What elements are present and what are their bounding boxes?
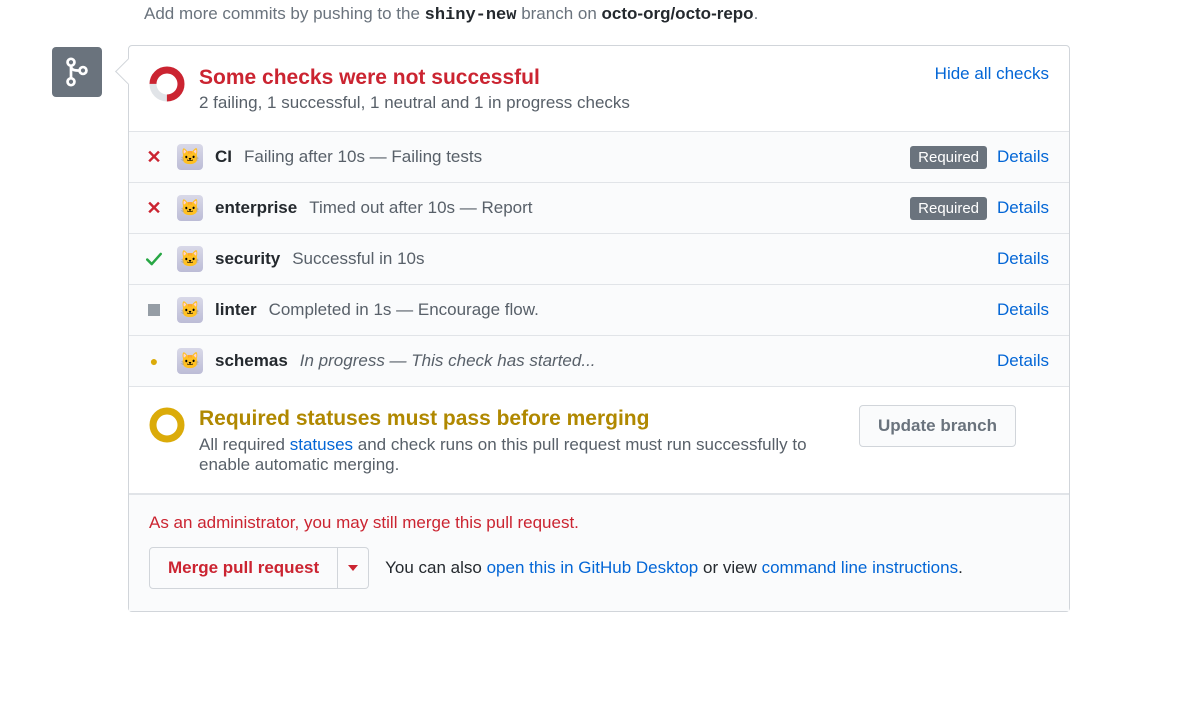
push-hint: Add more commits by pushing to the shiny…: [52, 0, 1070, 45]
merge-button-group: Merge pull request: [149, 547, 369, 589]
check-text: CI Failing after 10s — Failing tests: [215, 147, 910, 167]
check-text: schemas In progress — This check has star…: [215, 351, 997, 371]
hint-branch: shiny-new: [425, 6, 517, 25]
checks-summary-title: Some checks were not successful: [199, 64, 935, 91]
check-details-link[interactable]: Details: [997, 147, 1049, 167]
check-details-link[interactable]: Details: [997, 300, 1049, 320]
check-app-avatar: 🐱: [177, 246, 203, 272]
square-icon: [148, 304, 160, 316]
check-name: CI: [215, 147, 232, 167]
checks-summary-subtitle: 2 failing, 1 successful, 1 neutral and 1…: [199, 93, 935, 113]
merge-alt-text: You can also open this in GitHub Desktop…: [385, 558, 963, 578]
checks-summary-section: Some checks were not successful 2 failin…: [129, 46, 1069, 132]
x-icon: ✕: [146, 147, 161, 168]
required-badge: Required: [910, 197, 987, 220]
required-status-title: Required statuses must pass before mergi…: [199, 405, 859, 432]
merge-options-dropdown[interactable]: [338, 547, 369, 589]
required-status-desc: All required statuses and check runs on …: [199, 435, 859, 475]
open-desktop-link[interactable]: open this in GitHub Desktop: [487, 558, 699, 577]
x-icon: ✕: [146, 198, 161, 219]
check-message: Successful in 10s: [292, 249, 424, 269]
status-pending-icon: [149, 407, 185, 443]
check-text: security Successful in 10s: [215, 249, 997, 269]
check-status-icon: [143, 304, 165, 316]
merge-footer-section: As an administrator, you may still merge…: [129, 494, 1069, 611]
check-icon: [145, 250, 163, 268]
check-name: enterprise: [215, 198, 297, 218]
hint-prefix: Add more commits by pushing to the: [144, 4, 425, 23]
check-name: linter: [215, 300, 257, 320]
check-row: ✕ 🐱 CI Failing after 10s — Failing tests Req…: [129, 132, 1069, 183]
update-branch-button[interactable]: Update branch: [859, 405, 1016, 447]
check-name: schemas: [215, 351, 288, 371]
check-app-avatar: 🐱: [177, 297, 203, 323]
check-row: ● 🐱 schemas In progress — This check has st…: [129, 336, 1069, 387]
check-name: security: [215, 249, 280, 269]
status-donut-icon: [149, 66, 185, 102]
check-app-avatar: 🐱: [177, 144, 203, 170]
caret-down-icon: [348, 565, 358, 571]
hint-middle: branch on: [516, 4, 601, 23]
dot-icon: ●: [150, 353, 158, 369]
admin-override-note: As an administrator, you may still merge…: [149, 513, 1049, 533]
check-details-link[interactable]: Details: [997, 351, 1049, 371]
check-status-icon: [143, 250, 165, 268]
check-message: Timed out after 10s — Report: [309, 198, 532, 218]
hint-repo: octo-org/octo-repo: [602, 4, 754, 23]
check-details-link[interactable]: Details: [997, 249, 1049, 269]
check-row: 🐱 security Successful in 10s Details: [129, 234, 1069, 285]
statuses-link[interactable]: statuses: [290, 435, 353, 454]
git-merge-icon: [64, 57, 90, 87]
check-text: enterprise Timed out after 10s — Report: [215, 198, 910, 218]
check-message: Failing after 10s — Failing tests: [244, 147, 482, 167]
cli-instructions-link[interactable]: command line instructions: [762, 558, 959, 577]
merge-icon-badge: [52, 47, 102, 97]
check-status-icon: ●: [143, 353, 165, 369]
check-message: Completed in 1s — Encourage flow.: [269, 300, 539, 320]
check-details-link[interactable]: Details: [997, 198, 1049, 218]
hint-suffix: .: [754, 4, 759, 23]
check-message: In progress — This check has started...: [300, 351, 596, 371]
check-app-avatar: 🐱: [177, 348, 203, 374]
check-text: linter Completed in 1s — Encourage flow.: [215, 300, 997, 320]
check-row: ✕ 🐱 enterprise Timed out after 10s — Report…: [129, 183, 1069, 234]
check-row: 🐱 linter Completed in 1s — Encourage flow.…: [129, 285, 1069, 336]
check-app-avatar: 🐱: [177, 195, 203, 221]
merge-status-card: Some checks were not successful 2 failin…: [128, 45, 1070, 612]
merge-pull-request-button[interactable]: Merge pull request: [149, 547, 338, 589]
required-status-section: Required statuses must pass before mergi…: [129, 387, 1069, 493]
required-badge: Required: [910, 146, 987, 169]
toggle-checks-link[interactable]: Hide all checks: [935, 64, 1049, 84]
check-status-icon: ✕: [143, 198, 165, 219]
check-status-icon: ✕: [143, 147, 165, 168]
